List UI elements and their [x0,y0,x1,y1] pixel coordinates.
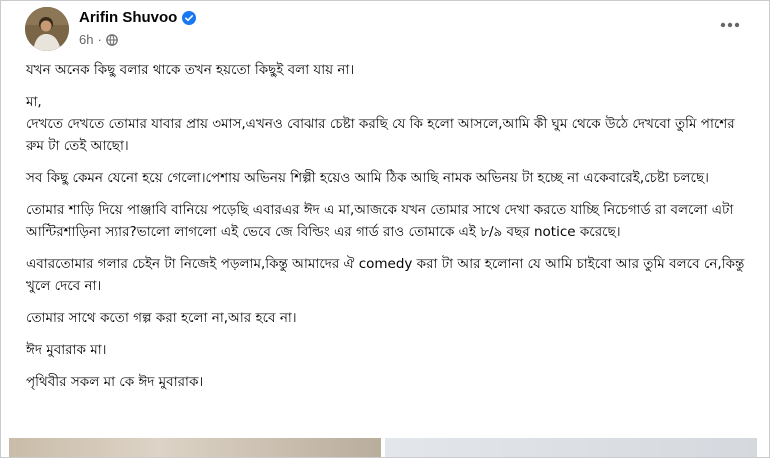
avatar-photo-icon [25,7,69,51]
post-photo[interactable] [9,438,381,457]
post-text: যখন অনেক কিছু বলার থাকে তখন হয়তো কিছুই … [26,59,747,403]
post-time[interactable]: 6h [79,32,93,47]
globe-icon[interactable] [106,33,118,46]
post-paragraph: সব কিছু কেমন যেনো হয়ে গেলো।পেশায় অভিনয… [26,170,709,186]
ellipsis-icon [720,22,740,28]
post-paragraph: ঈদ মুবারাক মা। [26,342,107,358]
post-images [9,438,757,457]
post-paragraph: যখন অনেক কিছু বলার থাকে তখন হয়তো কিছুই … [26,62,355,78]
post-paragraph: পৃথিবীর সকল মা কে ঈদ মুবারাক। [26,374,204,390]
post-photo[interactable] [385,438,757,457]
post-paragraph: মা, দেখতে দেখতে তোমার যাবার প্রায় ৩মাস,… [26,94,735,154]
post-meta: 6h · [79,32,118,47]
author-avatar[interactable] [25,7,69,51]
author-name[interactable]: Arifin Shuvoo [79,9,177,26]
post-paragraph: তোমার শাড়ি দিয়ে পাঞ্জাবি বানিয়ে পড়েছ… [26,202,734,240]
post-paragraph: এবারতোমার গলার চেইন টা নিজেই পড়লাম,কিন্… [26,256,745,294]
author-name-row: Arifin Shuvoo [79,9,197,26]
verified-badge-icon [182,10,197,25]
post-paragraph: তোমার সাথে কতো গল্প করা হলো না,আর হবে না… [26,310,297,326]
post-header: Arifin Shuvoo 6h · [21,7,749,53]
more-options-button[interactable] [715,13,745,37]
post-card: Arifin Shuvoo 6h · যখন অনেক কিছু বলার থা… [0,0,770,458]
